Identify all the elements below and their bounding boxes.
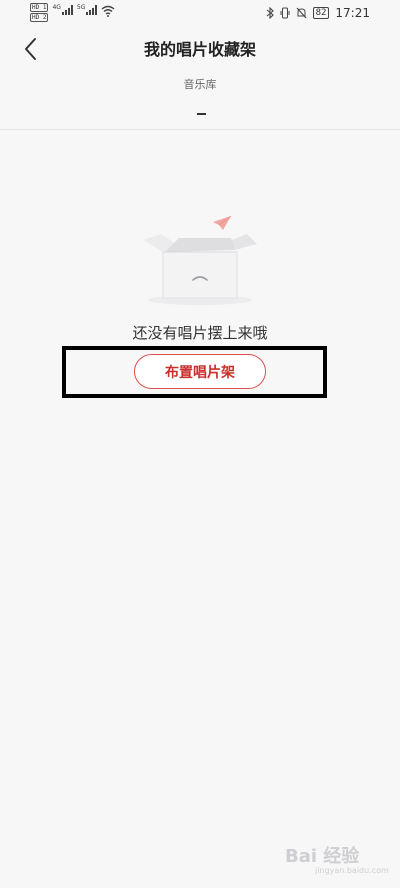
wifi-icon (101, 5, 115, 17)
page-title: 我的唱片收藏架 (143, 40, 256, 59)
signal-sim1: 4G (52, 4, 73, 15)
battery-indicator: 82 (312, 7, 330, 19)
status-right: 82 17:21 (266, 6, 370, 20)
signal-bars-icon (86, 5, 98, 15)
signal-bars-icon (61, 5, 73, 15)
watermark-url: jingyan.baidu.com (315, 866, 389, 875)
network-type-2: 5G (76, 4, 86, 11)
empty-box-icon (143, 215, 257, 305)
empty-state-message: 还没有唱片摆上来哦 (132, 324, 268, 342)
header: 我的唱片收藏架 (0, 28, 400, 68)
tab-bar: 音乐库 (0, 68, 400, 130)
vibrate-icon (280, 7, 290, 19)
bluetooth-icon (266, 7, 274, 19)
signal-sim2: 5G (76, 4, 98, 15)
empty-box-illustration (135, 212, 265, 312)
watermark-logo: Bai 经验 (285, 846, 360, 867)
tab-active-indicator (197, 113, 206, 115)
mute-bell-icon (296, 7, 306, 19)
tab-music-library[interactable]: 音乐库 (0, 76, 400, 92)
setup-shelf-button[interactable]: 布置唱片架 (134, 354, 266, 389)
status-bar: HD 1 HD 2 4G 5G 82 17:21 (0, 0, 400, 28)
hd-indicators: HD 1 HD 2 (30, 3, 49, 22)
hd2-badge: HD 2 (30, 13, 49, 22)
network-type-1: 4G (52, 4, 61, 11)
status-left: HD 1 HD 2 4G 5G (30, 3, 115, 22)
clock: 17:21 (335, 6, 370, 20)
hd1-badge: HD 1 (30, 3, 49, 12)
